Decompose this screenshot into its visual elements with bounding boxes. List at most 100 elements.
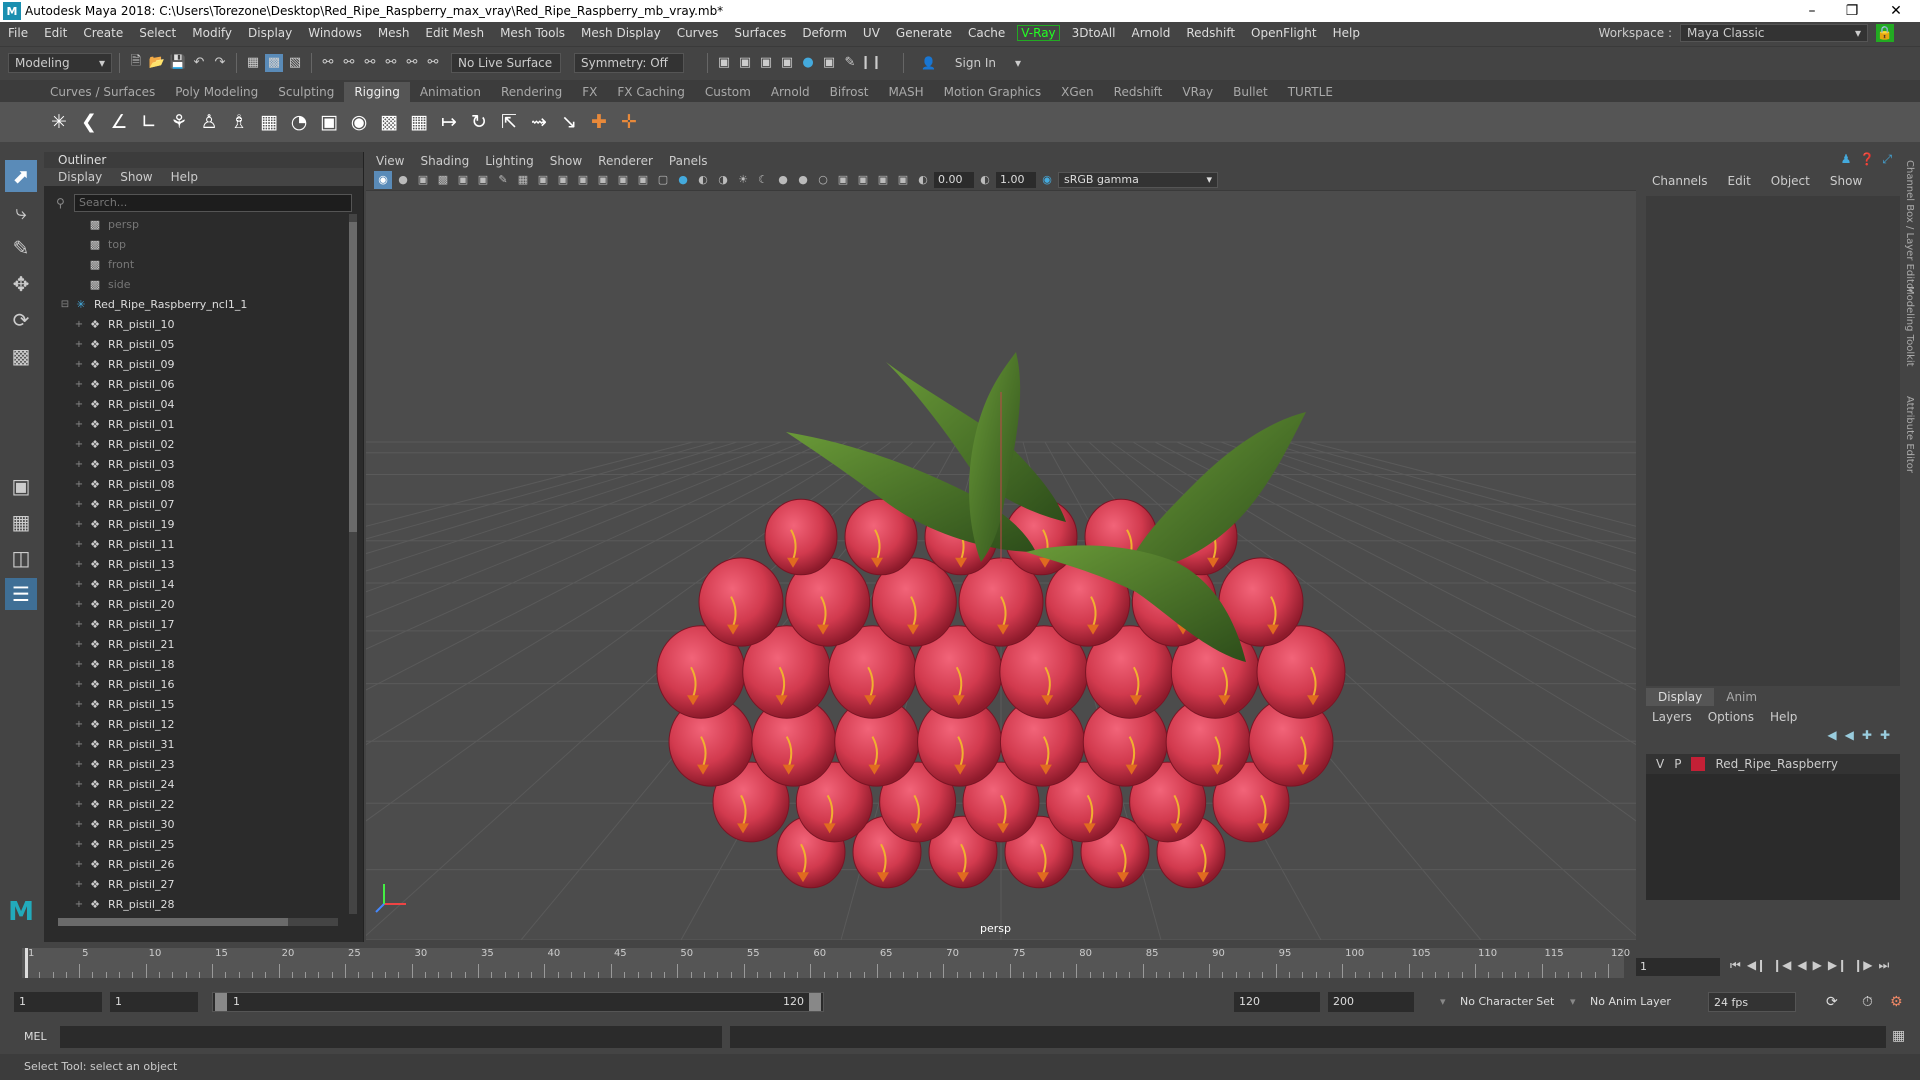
- shelf-tab-rigging[interactable]: Rigging: [344, 82, 410, 102]
- shelf-tab-bullet[interactable]: Bullet: [1223, 82, 1278, 102]
- color-management-icon[interactable]: ◉: [1038, 171, 1056, 189]
- expand-toggle-icon[interactable]: +: [72, 839, 86, 850]
- outliner-camera-side[interactable]: ▩ side: [58, 274, 338, 294]
- channels-menu-object[interactable]: Object: [1771, 174, 1810, 188]
- loop-icon[interactable]: ⟳: [1826, 992, 1838, 1012]
- viewport-menu-renderer[interactable]: Renderer: [598, 154, 653, 168]
- outliner-item[interactable]: + ❖ RR_pistil_11: [58, 534, 338, 554]
- exposure-icon[interactable]: ◐: [914, 171, 932, 189]
- expand-toggle-icon[interactable]: +: [72, 439, 86, 450]
- expand-toggle-icon[interactable]: +: [72, 739, 86, 750]
- ik-spline-icon[interactable]: ∠: [106, 108, 132, 136]
- outliner-group-row[interactable]: ⊟ ✳ Red_Ripe_Raspberry_ncl1_1: [58, 294, 338, 314]
- snap-curve-icon[interactable]: ⚯: [340, 54, 358, 72]
- shelf-tab-curves-surfaces[interactable]: Curves / Surfaces: [40, 82, 165, 102]
- outliner-item[interactable]: + ❖ RR_pistil_28: [58, 894, 338, 914]
- expand-toggle-icon[interactable]: +: [72, 659, 86, 670]
- outliner-item[interactable]: + ❖ RR_pistil_05: [58, 334, 338, 354]
- symmetry-dropdown[interactable]: Symmetry: Off: [574, 52, 684, 73]
- outliner-item[interactable]: + ❖ RR_pistil_04: [58, 394, 338, 414]
- undo-icon[interactable]: ↶: [190, 54, 208, 72]
- range-start-handle[interactable]: [215, 993, 227, 1011]
- save-scene-icon[interactable]: 💾: [169, 54, 187, 72]
- menu-windows[interactable]: Windows: [300, 26, 370, 40]
- render-settings-icon[interactable]: ▣: [778, 54, 796, 72]
- textured-icon[interactable]: ◑: [714, 171, 732, 189]
- pause-icon[interactable]: ❙❙: [860, 54, 882, 72]
- range-end-handle[interactable]: [809, 993, 821, 1011]
- shelf-tab-arnold[interactable]: Arnold: [761, 82, 820, 102]
- viewport-menu-view[interactable]: View: [376, 154, 404, 168]
- shelf-tab-custom[interactable]: Custom: [695, 82, 761, 102]
- play-back-icon[interactable]: ◀: [1797, 958, 1806, 973]
- channels-menu-edit[interactable]: Edit: [1728, 174, 1751, 188]
- locator-icon[interactable]: ▩: [376, 108, 402, 136]
- ik-handle-icon[interactable]: ❮: [76, 108, 102, 136]
- outliner-hscrollbar[interactable]: [58, 918, 338, 926]
- side-tab-1[interactable]: Modeling Toolkit: [1904, 286, 1915, 367]
- wireframe-icon[interactable]: ▢: [654, 171, 672, 189]
- expand-toggle-icon[interactable]: +: [72, 679, 86, 690]
- add-influence-icon[interactable]: ✚: [586, 108, 612, 136]
- outliner-item[interactable]: + ❖ RR_pistil_16: [58, 674, 338, 694]
- single-view-icon[interactable]: ▣: [5, 470, 37, 502]
- shelf-tab-fx[interactable]: FX: [572, 82, 607, 102]
- scrollbar-thumb[interactable]: [349, 222, 357, 532]
- menu-3dtoall[interactable]: 3DtoAll: [1064, 26, 1124, 40]
- menu-generate[interactable]: Generate: [888, 26, 960, 40]
- outliner-item[interactable]: + ❖ RR_pistil_31: [58, 734, 338, 754]
- viewport-menu-panels[interactable]: Panels: [669, 154, 708, 168]
- menu-cache[interactable]: Cache: [960, 26, 1013, 40]
- move-tool-icon[interactable]: ✥: [5, 268, 37, 300]
- script-editor-icon[interactable]: ▦: [1892, 1028, 1905, 1044]
- select-hierarchy-icon[interactable]: ▦: [244, 54, 262, 72]
- layer-row[interactable]: V P Red_Ripe_Raspberry: [1646, 754, 1900, 774]
- shelf-tab-mash[interactable]: MASH: [878, 82, 933, 102]
- outliner-item[interactable]: + ❖ RR_pistil_25: [58, 834, 338, 854]
- ipr-render-icon[interactable]: ▣: [757, 54, 775, 72]
- outliner-item[interactable]: + ❖ RR_pistil_24: [58, 774, 338, 794]
- outliner-item[interactable]: + ❖ RR_pistil_27: [58, 874, 338, 894]
- anim-prefs-icon[interactable]: ⚙: [1890, 992, 1903, 1012]
- select-component-icon[interactable]: ▧: [286, 54, 304, 72]
- move-layer-up-icon[interactable]: ◀: [1827, 728, 1836, 742]
- grease-pencil-icon[interactable]: ✎: [494, 171, 512, 189]
- shelf-tab-sculpting[interactable]: Sculpting: [268, 82, 344, 102]
- menu-edit[interactable]: Edit: [36, 26, 75, 40]
- outliner-item[interactable]: + ❖ RR_pistil_02: [58, 434, 338, 454]
- outliner-item[interactable]: + ❖ RR_pistil_12: [58, 714, 338, 734]
- layer-menu-help[interactable]: Help: [1770, 710, 1797, 724]
- expand-toggle-icon[interactable]: +: [72, 499, 86, 510]
- paint-select-icon[interactable]: ✎: [5, 232, 37, 264]
- expand-toggle-icon[interactable]: +: [72, 779, 86, 790]
- menu-modify[interactable]: Modify: [184, 26, 240, 40]
- close-button[interactable]: ✕: [1876, 0, 1916, 22]
- outliner-menu-help[interactable]: Help: [171, 168, 198, 186]
- character-set-label[interactable]: No Character Set: [1460, 992, 1554, 1012]
- side-tab-0[interactable]: Channel Box / Layer Editor: [1904, 160, 1915, 293]
- exposure-field[interactable]: 0.00: [934, 171, 974, 188]
- outliner-item[interactable]: + ❖ RR_pistil_20: [58, 594, 338, 614]
- menu-set-dropdown[interactable]: Modeling ▾: [8, 52, 112, 73]
- expand-toggle-icon[interactable]: +: [72, 899, 86, 910]
- outliner-item[interactable]: + ❖ RR_pistil_01: [58, 414, 338, 434]
- command-language-label[interactable]: MEL: [24, 1030, 47, 1043]
- gamma-field[interactable]: 1.00: [996, 171, 1036, 188]
- expand-toggle-icon[interactable]: +: [72, 859, 86, 870]
- safe-action-icon[interactable]: ▣: [614, 171, 632, 189]
- bookmark-icon[interactable]: ▣: [414, 171, 432, 189]
- menu-mesh-display[interactable]: Mesh Display: [573, 26, 669, 40]
- shelf-tab-animation[interactable]: Animation: [410, 82, 491, 102]
- viewport-scene[interactable]: [366, 192, 1636, 940]
- menu-edit-mesh[interactable]: Edit Mesh: [417, 26, 492, 40]
- remove-influence-icon[interactable]: ✛: [616, 108, 642, 136]
- isolate-select-icon[interactable]: ▣: [834, 171, 852, 189]
- outliner-menu-show[interactable]: Show: [120, 168, 152, 186]
- sign-in-button[interactable]: 👤 Sign In ▾: [915, 52, 1027, 73]
- menu-openflight[interactable]: OpenFlight: [1243, 26, 1325, 40]
- gate-mask-icon[interactable]: ▣: [574, 171, 592, 189]
- collapse-toggle-icon[interactable]: ⊟: [58, 299, 72, 310]
- film-gate-icon[interactable]: ▣: [534, 171, 552, 189]
- layer-visibility-toggle[interactable]: V: [1656, 757, 1664, 771]
- snap-grid-icon[interactable]: ⚯: [319, 54, 337, 72]
